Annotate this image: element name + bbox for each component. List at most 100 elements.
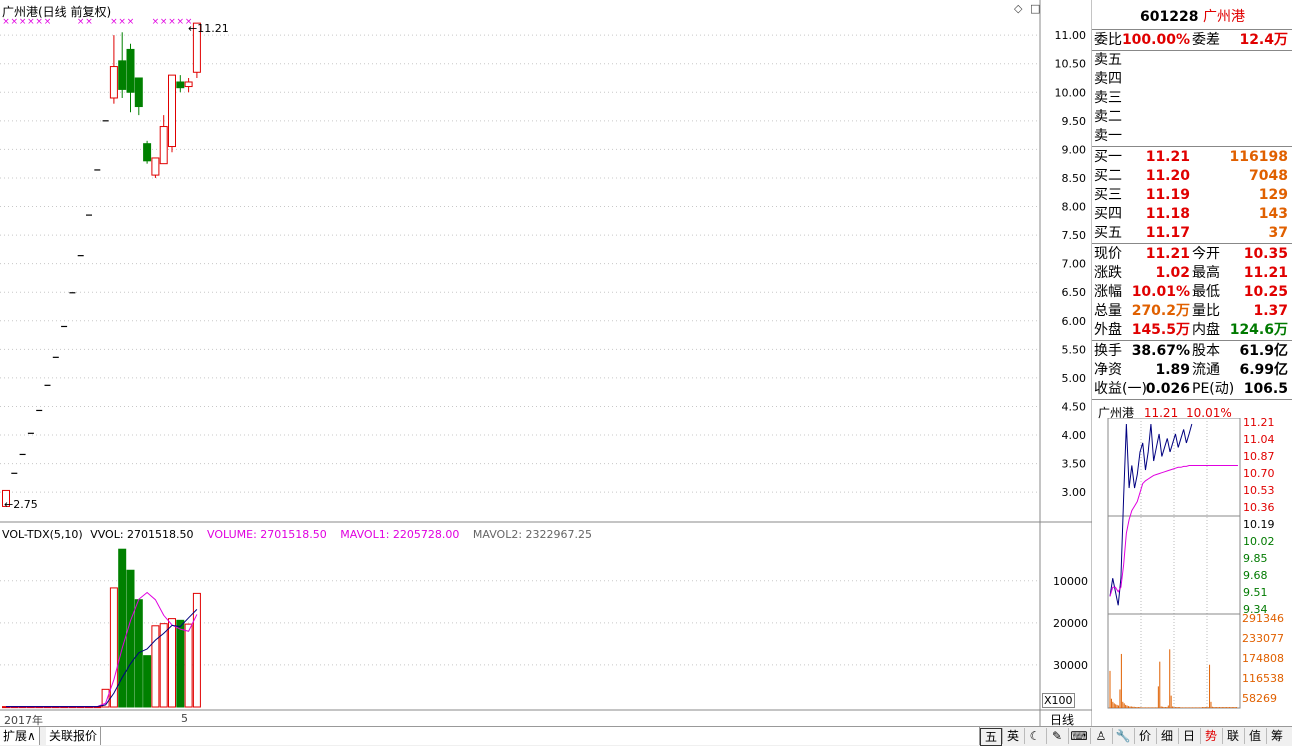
volume-bar <box>126 569 135 708</box>
bid-price: 11.19 <box>1145 187 1190 203</box>
mini-volume-axis-label: 58269 <box>1242 692 1277 705</box>
price-button[interactable]: 价 <box>1134 728 1155 744</box>
mini-price-axis-label: 11.21 <box>1243 418 1275 429</box>
stats-row: 涨幅 10.01% 最低 10.25 <box>1094 283 1290 302</box>
diamond-toggle-icon[interactable]: ◇ □ <box>1014 2 1042 15</box>
x-axis-day-label: 5 <box>181 712 188 725</box>
ask-row: 卖一 <box>1094 127 1290 146</box>
row-label: 涨幅 <box>1094 284 1122 300</box>
row-label-2: 最低 <box>1192 284 1220 300</box>
row-value-2: 106.5 <box>1243 381 1288 397</box>
price-axis-label: 3.00 <box>1062 486 1087 499</box>
bid-volume: 116198 <box>1229 149 1288 165</box>
price-axis-label: 5.50 <box>1062 343 1087 356</box>
row-label: 卖三 <box>1094 90 1122 106</box>
volume-axis-label: 30000 <box>1053 659 1088 672</box>
row-value: 11.21 <box>1145 246 1190 262</box>
row-label: 收益(一) <box>1094 381 1147 397</box>
high-price-label: ←11.21 <box>188 22 229 35</box>
bid-price: 11.17 <box>1145 225 1190 241</box>
bid-volume: 37 <box>1268 225 1288 241</box>
price-axis-label: 6.00 <box>1062 315 1087 328</box>
bid-volume: 129 <box>1258 187 1288 203</box>
mini-price-axis-label: 10.19 <box>1243 518 1275 531</box>
ask-row: 卖五 <box>1094 51 1290 70</box>
trend-button[interactable]: 势 <box>1200 728 1221 744</box>
limit-marker: × <box>160 17 168 27</box>
mini-volume-axis-label: 174808 <box>1242 652 1284 665</box>
bid-label: 买五 <box>1094 225 1122 241</box>
candle-body <box>109 66 118 99</box>
five-level-button[interactable]: 五 <box>980 728 1002 746</box>
price-axis-label: 9.00 <box>1062 143 1087 156</box>
bid-label: 买一 <box>1094 149 1122 165</box>
candle-body <box>118 60 127 90</box>
row-value: 1.89 <box>1155 362 1190 378</box>
daily-button[interactable]: 日 <box>1178 728 1199 744</box>
intraday-mini-chart[interactable]: 11.21 11.04 10.87 10.70 10.53 10.36 10.19 10.02… <box>1092 418 1292 718</box>
row-label: 卖二 <box>1094 109 1122 125</box>
weibi-label: 委比 <box>1094 32 1122 48</box>
chip-button[interactable]: 筹 <box>1266 728 1287 744</box>
related-button[interactable]: 联 <box>1222 728 1243 744</box>
row-value: 270.2万 <box>1131 303 1190 319</box>
stats-row: 净资 1.89 流通 6.99亿 <box>1094 361 1290 380</box>
bid-price: 11.21 <box>1145 149 1190 165</box>
bid-volume: 143 <box>1258 206 1288 222</box>
mini-price-axis-label: 10.87 <box>1243 450 1275 463</box>
volume-bar <box>184 623 193 708</box>
keyboard-icon[interactable]: ⌨ <box>1068 728 1089 744</box>
bid-row[interactable]: 买五 11.17 37 <box>1094 224 1290 243</box>
brush-icon[interactable]: ✎ <box>1046 728 1067 744</box>
row-label: 外盘 <box>1094 322 1122 338</box>
mini-volume-axis-label: 233077 <box>1242 632 1284 645</box>
volume-unit-label: X100 <box>1042 693 1075 708</box>
mini-price-axis-label: 9.85 <box>1243 552 1268 565</box>
people-icon[interactable]: ♙ <box>1090 728 1111 744</box>
main-chart-title: 广州港(日线 前复权) <box>2 5 112 19</box>
candle-body <box>168 74 176 148</box>
candle-body <box>143 143 152 162</box>
tab-expand[interactable]: 扩展∧ <box>0 727 40 745</box>
wrench-icon[interactable]: 🔧 <box>1112 728 1133 744</box>
price-axis-label: 7.50 <box>1062 229 1087 242</box>
bid-row[interactable]: 买三 11.19 129 <box>1094 186 1290 205</box>
kline-chart-area[interactable]: 11.00 10.50 10.00 9.50 9.00 8.50 8.00 7.50 7.00 6… <box>0 0 1092 727</box>
mavol2-value: MAVOL2: 2322967.25 <box>472 528 593 541</box>
volume-axis-label: 20000 <box>1053 617 1088 630</box>
mini-price-axis-label: 10.02 <box>1243 535 1275 548</box>
row-value-2: 61.9亿 <box>1239 343 1288 359</box>
low-price-label: ←2.75 <box>4 498 38 511</box>
row-value: 1.02 <box>1155 265 1190 281</box>
row-value-2: 10.25 <box>1243 284 1288 300</box>
bid-row[interactable]: 买四 11.18 143 <box>1094 205 1290 224</box>
bid-row[interactable]: 买一 11.21 116198 <box>1094 148 1290 167</box>
candle-body <box>184 81 193 88</box>
bid-price: 11.20 <box>1145 168 1190 184</box>
bid-row[interactable]: 买二 11.20 7048 <box>1094 167 1290 186</box>
row-value-2: 6.99亿 <box>1239 362 1288 378</box>
stock-code: 601228 <box>1140 9 1199 25</box>
price-axis-label: 7.00 <box>1062 258 1087 271</box>
limit-marker: × <box>152 17 160 27</box>
tab-related-quotes[interactable]: 关联报价 <box>46 727 102 745</box>
detail-button[interactable]: 细 <box>1156 728 1177 744</box>
row-label-2: 最高 <box>1192 265 1220 281</box>
bid-label: 买三 <box>1094 187 1122 203</box>
stats-row: 现价 11.21 今开 10.35 <box>1094 245 1290 264</box>
limit-marker: × <box>110 17 118 27</box>
bid-label: 买四 <box>1094 206 1122 222</box>
volume-bar <box>143 655 152 708</box>
quote-header: 601228 广州港 <box>1093 6 1292 26</box>
mini-volume-axis-label: 291346 <box>1242 612 1284 625</box>
volume-bar <box>176 619 185 708</box>
price-axis-label: 6.50 <box>1062 286 1087 299</box>
value-button[interactable]: 值 <box>1244 728 1265 744</box>
row-label-2: 量比 <box>1192 303 1220 319</box>
mini-volume-axis-label: 116538 <box>1242 672 1284 685</box>
moon-icon[interactable]: ☾ <box>1024 728 1045 744</box>
mini-price-axis-label: 9.51 <box>1243 586 1268 599</box>
weibi-row: 委比 100.00% 委差 12.4万 <box>1094 31 1290 50</box>
english-button[interactable]: 英 <box>1002 728 1023 744</box>
row-value-2: 124.6万 <box>1229 322 1288 338</box>
